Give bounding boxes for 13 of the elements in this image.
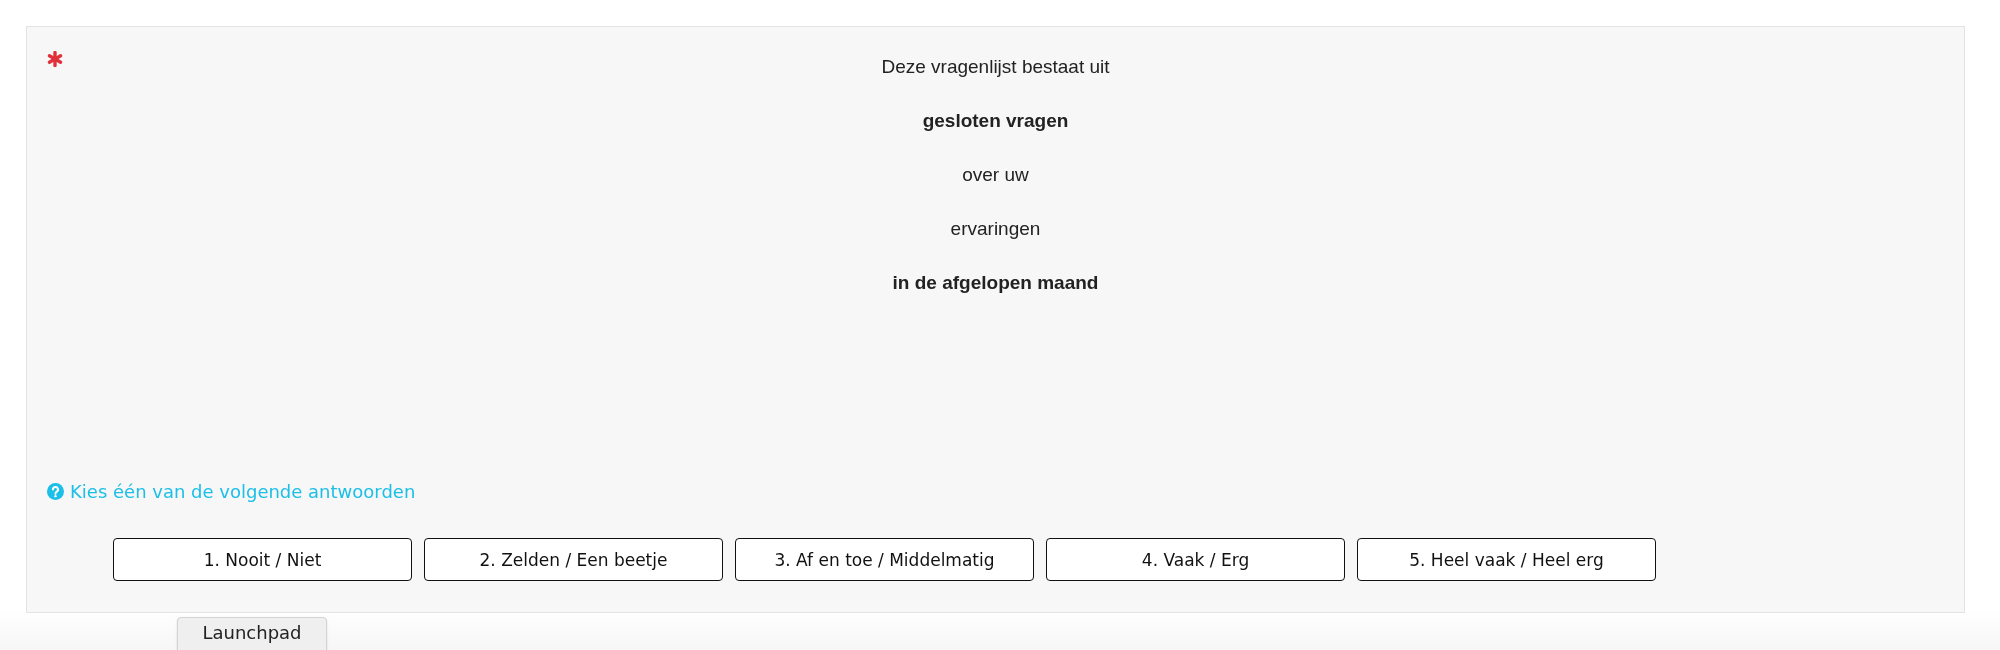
- answer-button[interactable]: 5. Heel vaak / Heel erg: [1357, 538, 1656, 581]
- help-text: Kies één van de volgende antwoorden: [70, 481, 416, 502]
- question-text: gesloten vragen: [922, 109, 1069, 133]
- question-text: in de afgelopen maand: [892, 271, 1099, 295]
- question-text: ervaringen: [950, 217, 1041, 241]
- launchpad-button[interactable]: Launchpad: [177, 617, 327, 650]
- answer-button[interactable]: 1. Nooit / Niet: [113, 538, 412, 581]
- answer-button[interactable]: 3. Af en toe / Middelmatig: [735, 538, 1034, 581]
- answer-button[interactable]: 2. Zelden / Een beetje: [424, 538, 723, 581]
- answer-button[interactable]: 4. Vaak / Erg: [1046, 538, 1345, 581]
- help-icon: [47, 483, 64, 500]
- question-text: over uw: [962, 163, 1029, 187]
- question-text: Deze vragenlijst bestaat uit: [881, 55, 1110, 79]
